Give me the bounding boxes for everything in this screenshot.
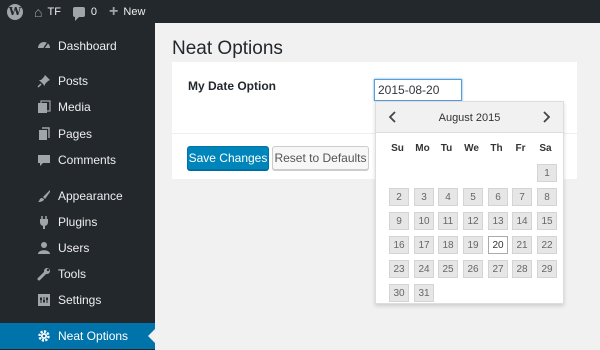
- datepicker-day[interactable]: 1: [537, 164, 557, 182]
- media-icon: [36, 99, 52, 115]
- weekday-label: Mo: [415, 143, 430, 154]
- datepicker-day[interactable]: 31: [414, 284, 434, 302]
- sidebar-item-label: Users: [58, 241, 90, 255]
- datepicker-day[interactable]: 22: [537, 236, 557, 254]
- wp-logo-menu[interactable]: W: [1, 0, 29, 23]
- datepicker-day[interactable]: 12: [463, 212, 483, 230]
- datepicker-day[interactable]: 11: [438, 212, 458, 230]
- datepicker-day[interactable]: 4: [438, 188, 458, 206]
- datepicker-day[interactable]: 13: [488, 212, 508, 230]
- wordpress-icon: W: [7, 3, 23, 20]
- datepicker-day[interactable]: 10: [414, 212, 434, 230]
- sidebar-item-media[interactable]: Media: [0, 94, 155, 120]
- sidebar-item-settings[interactable]: Settings: [0, 287, 155, 313]
- sidebar-item-comments[interactable]: Comments: [0, 147, 155, 173]
- weekday-label: Su: [391, 143, 404, 154]
- datepicker-day[interactable]: 2: [389, 188, 409, 206]
- settings-icon: [36, 292, 52, 308]
- chevron-right-icon[interactable]: [537, 108, 555, 126]
- datepicker-day-selected[interactable]: 20: [488, 236, 508, 254]
- sidebar-item-tools[interactable]: Tools: [0, 261, 155, 287]
- sidebar-item-label: Comments: [58, 153, 117, 167]
- datepicker-day[interactable]: 14: [512, 212, 532, 230]
- comments-menu[interactable]: 0: [67, 0, 103, 23]
- new-label: New: [123, 5, 146, 18]
- sidebar-item-label: Appearance: [58, 189, 123, 203]
- date-option-label: My Date Option: [188, 79, 277, 93]
- sidebar-item-posts[interactable]: Posts: [0, 68, 155, 94]
- date-option-input[interactable]: [374, 79, 462, 101]
- sidebar-item-neat-options[interactable]: Neat Options: [0, 323, 155, 349]
- gear-icon: [36, 328, 52, 344]
- datepicker-day[interactable]: 3: [414, 188, 434, 206]
- comments-count: 0: [90, 5, 98, 18]
- sidebar-item-label: Posts: [58, 74, 89, 88]
- weekday-label: Fr: [515, 143, 526, 154]
- datepicker-day[interactable]: 28: [512, 260, 532, 278]
- sidebar-item-dashboard[interactable]: Dashboard: [0, 33, 155, 59]
- user-icon: [36, 240, 52, 256]
- datepicker-day[interactable]: 8: [537, 188, 557, 206]
- datepicker-day[interactable]: 6: [488, 188, 508, 206]
- comment-bubble-icon: [72, 6, 85, 21]
- sidebar-item-pages[interactable]: Pages: [0, 121, 155, 147]
- save-changes-button[interactable]: Save Changes: [187, 146, 269, 170]
- datepicker-day[interactable]: 30: [389, 284, 409, 302]
- datepicker-day[interactable]: 15: [537, 212, 557, 230]
- sidebar-item-users[interactable]: Users: [0, 235, 155, 261]
- site-name-menu[interactable]: ⌂ TF: [29, 0, 67, 23]
- current-menu-arrow: [148, 329, 155, 343]
- new-content-menu[interactable]: + New: [103, 0, 151, 23]
- datepicker-day[interactable]: 7: [512, 188, 532, 206]
- datepicker-day[interactable]: 16: [389, 236, 409, 254]
- sidebar-item-plugins[interactable]: Plugins: [0, 209, 155, 235]
- site-name: TF: [47, 5, 61, 18]
- sidebar-item-label: Media: [58, 100, 91, 114]
- sidebar-item-label: Settings: [58, 293, 102, 307]
- admin-bar: W ⌂ TF 0 + New: [0, 0, 600, 23]
- sidebar-item-label: Plugins: [58, 215, 98, 229]
- reset-to-defaults-button[interactable]: Reset to Defaults: [272, 146, 369, 170]
- datepicker-day[interactable]: 19: [463, 236, 483, 254]
- sidebar-item-label: Dashboard: [58, 39, 117, 53]
- weekday-label: We: [464, 143, 479, 154]
- datepicker-day[interactable]: 5: [463, 188, 483, 206]
- paintbrush-icon: [36, 188, 52, 204]
- home-icon: ⌂: [34, 3, 43, 20]
- admin-sidebar: Dashboard Posts Media Pages Comments App…: [0, 23, 155, 350]
- datepicker-day[interactable]: 27: [488, 260, 508, 278]
- datepicker-day[interactable]: 23: [389, 260, 409, 278]
- wrench-icon: [36, 266, 52, 282]
- weekday-label: Tu: [440, 143, 453, 154]
- datepicker-day[interactable]: 21: [512, 236, 532, 254]
- datepicker-day[interactable]: 24: [414, 260, 434, 278]
- dashboard-icon: [36, 38, 52, 54]
- page-title: Neat Options: [172, 38, 283, 59]
- datepicker-day[interactable]: 9: [389, 212, 409, 230]
- sidebar-item-label: Tools: [58, 267, 87, 281]
- datepicker-day[interactable]: 18: [438, 236, 458, 254]
- comment-icon: [36, 152, 52, 168]
- datepicker-month-title: August 2015: [438, 112, 501, 124]
- datepicker-day[interactable]: 25: [438, 260, 458, 278]
- datepicker-popup: August 2015 Su Mo Tu We Th Fr Sa 1 2 3 4 5 6 7 8 9 10 11…: [375, 101, 564, 304]
- weekday-label: Th: [490, 143, 503, 154]
- sidebar-item-label: Pages: [58, 127, 93, 141]
- sidebar-item-label: Neat Options: [58, 329, 129, 343]
- datepicker-day[interactable]: 17: [414, 236, 434, 254]
- plug-icon: [36, 214, 52, 230]
- sidebar-item-appearance[interactable]: Appearance: [0, 183, 155, 209]
- datepicker-header: August 2015: [376, 102, 563, 133]
- datepicker-day[interactable]: 26: [463, 260, 483, 278]
- plus-icon: +: [109, 2, 119, 20]
- weekday-label: Sa: [539, 143, 552, 154]
- datepicker-day[interactable]: 29: [537, 260, 557, 278]
- pages-icon: [36, 126, 52, 142]
- pushpin-icon: [36, 73, 52, 89]
